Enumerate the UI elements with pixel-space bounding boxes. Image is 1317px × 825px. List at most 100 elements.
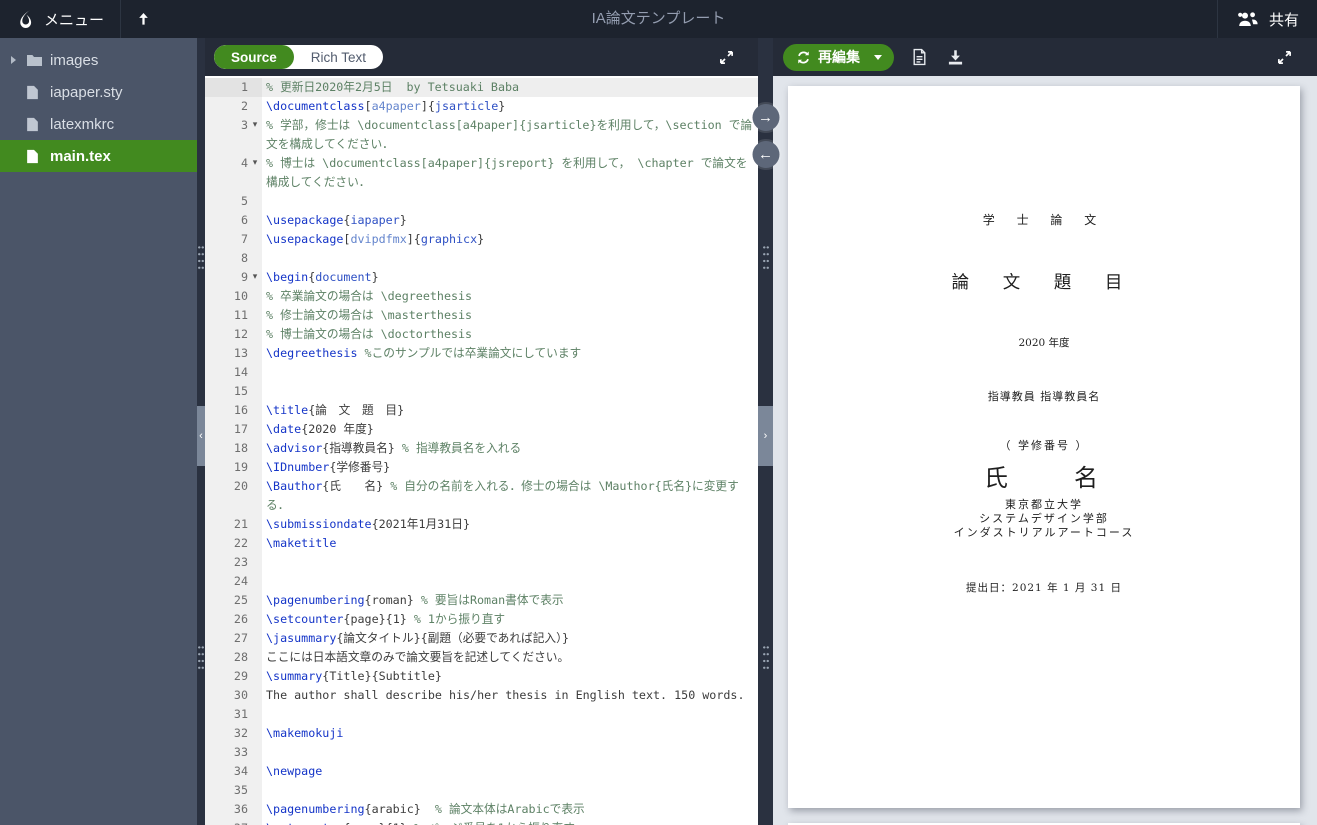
code-line-7[interactable]: 7 \usepackage[dvipdfmx]{graphicx} (205, 230, 758, 249)
file-item-iapaper.sty[interactable]: iapaper.sty (0, 76, 197, 108)
code-line-17[interactable]: 17 \date{2020 年度} (205, 420, 758, 439)
code-text: \setcounter{page}{1} % ページ番号を1から振り直す (262, 819, 758, 825)
code-text: \pagenumbering{roman} % 要旨はRoman書体で表示 (266, 593, 564, 607)
file-name: images (50, 51, 99, 69)
code-line-22[interactable]: 22 \maketitle (205, 534, 758, 553)
recompile-button[interactable]: 再編集 (783, 47, 866, 67)
code-line-37[interactable]: 37 \setcounter{page}{1} % ページ番号を1から振り直す (205, 819, 758, 825)
file-item-images[interactable]: images (0, 44, 197, 76)
code-line-33[interactable]: 33 (205, 743, 758, 762)
file-item-main.tex[interactable]: main.tex (0, 140, 197, 172)
code-line-34[interactable]: 34 \newpage (205, 762, 758, 781)
code-text: ここには日本語文章のみで論文要旨を記述してください。 (266, 650, 570, 664)
recompile-options-caret[interactable] (866, 44, 894, 71)
arrow-left-icon: ← (758, 146, 773, 163)
code-line-11[interactable]: 11 % 修士論文の場合は \masterthesis (205, 306, 758, 325)
line-number: 33 (233, 745, 248, 759)
gutter: 26 (205, 610, 262, 629)
refresh-icon (796, 50, 811, 65)
code-line-14[interactable]: 14 (205, 363, 758, 382)
pdf-viewer[interactable]: 学 士 論 文論 文 題 目 2020 年度 指導教員 指導教員名 （ 学修番号 ） 氏… (773, 76, 1317, 825)
code-line-30[interactable]: 30 The author shall describe his/her thes… (205, 686, 758, 705)
code-text: \newpage (266, 764, 323, 778)
code-line-1[interactable]: 1 % 更新日2020年2月5日 by Tetsuaki Baba (205, 78, 758, 97)
code-line-32[interactable]: 32 \makemokuji (205, 724, 758, 743)
fold-arrow-icon[interactable]: ▾ (248, 154, 262, 192)
code-line-5[interactable]: 5 (205, 192, 758, 211)
pdf-text-author-name: 氏 名 (984, 464, 1104, 492)
editor-fullscreen-icon[interactable] (704, 38, 749, 76)
sync-to-pdf-button[interactable]: → (752, 104, 779, 131)
collapse-sidebar-handle[interactable]: ‹ (197, 406, 205, 466)
file-item-latexmkrc[interactable]: latexmkrc (0, 108, 197, 140)
code-text: % 学部，修士は \documentclass[a4paper]{jsartic… (266, 118, 753, 151)
code-line-9[interactable]: 9 ▾ \begin{document} (205, 268, 758, 287)
sync-to-code-button[interactable]: ← (752, 141, 779, 168)
code-line-36[interactable]: 36 \pagenumbering{arabic} % 論文本体はArabicで表… (205, 800, 758, 819)
drag-handle-icon[interactable] (762, 244, 769, 271)
gutter: 33 (205, 743, 262, 762)
file-icon (26, 149, 48, 164)
code-line-4[interactable]: 4 ▾% 博士は \documentclass[a4paper]{jsreport… (205, 154, 758, 192)
menu-button[interactable]: メニュー (0, 0, 120, 38)
code-line-35[interactable]: 35 (205, 781, 758, 800)
tab-source[interactable]: Source (214, 45, 294, 69)
drag-handle-icon[interactable] (197, 244, 205, 271)
code-line-13[interactable]: 13 \degreethesis %このサンプルでは卒業論文にしています (205, 344, 758, 363)
code-line-3[interactable]: 3 ▾% 学部，修士は \documentclass[a4paper]{jsart… (205, 116, 758, 154)
code-line-18[interactable]: 18 \advisor{指導教員名} % 指導教員名を入れる (205, 439, 758, 458)
pdf-text-thesis-type: 学 士 論 文 (982, 213, 1106, 227)
folder-expand-icon[interactable] (0, 56, 26, 64)
code-line-27[interactable]: 27 \jasummary{論文タイトル}{副題（必要であれば記入）} (205, 629, 758, 648)
gutter: 1 (205, 78, 262, 97)
code-line-10[interactable]: 10 % 卒業論文の場合は \degreethesis (205, 287, 758, 306)
upload-icon[interactable] (121, 0, 166, 38)
line-number: 10 (233, 289, 248, 303)
code-line-8[interactable]: 8 (205, 249, 758, 268)
tab-rich-text[interactable]: Rich Text (294, 45, 383, 69)
code-line-15[interactable]: 15 (205, 382, 758, 401)
code-line-25[interactable]: 25 \pagenumbering{roman} % 要旨はRoman書体で表示 (205, 591, 758, 610)
drag-handle-icon[interactable] (197, 644, 205, 671)
pdf-fullscreen-icon[interactable] (1262, 38, 1307, 76)
code-line-31[interactable]: 31 (205, 705, 758, 724)
code-line-12[interactable]: 12 % 博士論文の場合は \doctorthesis (205, 325, 758, 344)
fold-arrow-icon[interactable]: ▾ (248, 268, 262, 287)
pane-resizer-right[interactable]: → ← › (752, 38, 779, 825)
code-line-24[interactable]: 24 (205, 572, 758, 591)
code-text: \advisor{指導教員名} % 指導教員名を入れる (266, 441, 522, 455)
code-line-20[interactable]: 20 \Bauthor{氏 名} % 自分の名前を入れる．修士の場合は \Maut… (205, 477, 758, 515)
gutter: 8 (205, 249, 262, 268)
code-line-6[interactable]: 6 \usepackage{iapaper} (205, 211, 758, 230)
file-tree-list: images iapaper.sty latexmkrc main.tex (0, 44, 197, 172)
file-name: latexmkrc (50, 115, 115, 133)
chevron-down-icon (874, 54, 882, 60)
code-editor[interactable]: 1 % 更新日2020年2月5日 by Tetsuaki Baba 2 \docume… (205, 76, 758, 825)
gutter: 30 (205, 686, 262, 705)
code-line-19[interactable]: 19 \IDnumber{学修番号} (205, 458, 758, 477)
code-line-23[interactable]: 23 (205, 553, 758, 572)
compile-log-icon[interactable] (909, 38, 930, 76)
code-line-28[interactable]: 28 ここには日本語文章のみで論文要旨を記述してください。 (205, 648, 758, 667)
code-line-29[interactable]: 29 \summary{Title}{Subtitle} (205, 667, 758, 686)
code-line-16[interactable]: 16 \title{論 文 題 目} (205, 401, 758, 420)
collapse-editor-handle[interactable]: › (758, 406, 773, 466)
share-button[interactable]: 共有 (1218, 0, 1317, 38)
code-line-2[interactable]: 2 \documentclass[a4paper]{jsarticle} (205, 97, 758, 116)
download-pdf-icon[interactable] (945, 38, 966, 76)
code-line-26[interactable]: 26 \setcounter{page}{1} % 1から振り直す (205, 610, 758, 629)
drag-handle-icon[interactable] (762, 644, 769, 671)
pane-resizer-left[interactable]: ‹ (197, 38, 205, 825)
code-line-21[interactable]: 21 \submissiondate{2021年1月31日} (205, 515, 758, 534)
gutter: 29 (205, 667, 262, 686)
fold-arrow-icon[interactable]: ▾ (248, 116, 262, 154)
